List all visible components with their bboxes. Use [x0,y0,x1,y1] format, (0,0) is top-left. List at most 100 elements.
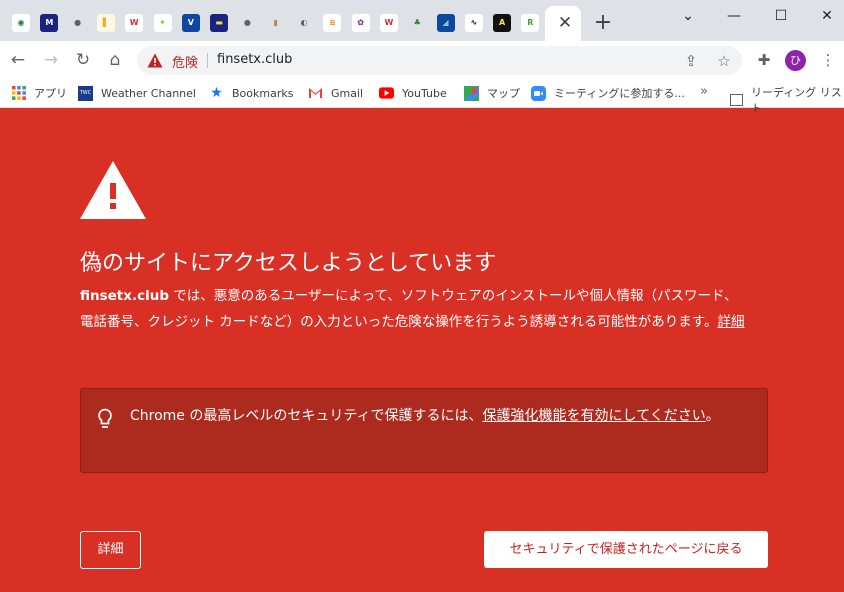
zoom-icon [531,85,546,101]
enable-enhanced-protection-link[interactable]: 保護強化機能を有効にしてください [483,408,706,424]
enhanced-prefix: Chrome の最高レベルのセキュリティで保護するには、 [130,408,483,424]
bookmark-apps[interactable]: アプリ [11,84,67,102]
reload-button[interactable]: ↻ [73,50,93,70]
security-status-label[interactable]: 危険 [172,52,198,71]
tab-favicon-9[interactable]: ● [238,14,257,32]
maps-icon [464,85,479,101]
tab-favicon-glyph: ∿ [470,18,478,27]
tab-favicon-13[interactable]: ✿ [351,14,370,32]
bookmark-label: ミーティングに参加する... [554,87,685,100]
tab-favicon-glyph: ♣ [413,18,421,27]
tab-search-icon[interactable]: ⌄ [676,6,700,26]
tab-favicon-16[interactable]: ◢ [436,14,455,32]
tab-favicon-17[interactable]: ∿ [464,14,483,32]
tab-favicon-10[interactable]: ▮ [266,14,285,32]
tab-favicon-glyph: R [527,18,534,27]
tab-favicon-8[interactable]: ▬ [210,14,229,32]
profile-avatar[interactable]: ひ [785,50,806,71]
tab-favicon-11[interactable]: ◐ [295,14,313,32]
tab-favicon-glyph: ✦ [159,18,166,27]
extensions-puzzle-icon[interactable]: ✚ [754,50,774,70]
bookmark-label: マップ [487,87,520,100]
tab-favicon-2[interactable]: M [40,14,59,32]
new-tab-button[interactable]: + [592,12,614,34]
bookmark-weather-channel[interactable]: TWC Weather Channel [78,84,196,102]
back-button[interactable]: ← [8,50,28,70]
reading-list-icon [730,94,743,106]
tab-favicon-6[interactable]: ✦ [153,14,172,32]
bookmark-gmail[interactable]: Gmail [308,84,363,102]
learn-more-link[interactable]: 詳細 [717,314,744,330]
site-name: finsetx.club [80,288,170,304]
bookmark-zoom-meeting[interactable]: ミーティングに参加する... [531,84,685,102]
safe-browsing-interstitial: 偽のサイトにアクセスしようとしています finsetx.club では、悪意のあ… [0,109,844,592]
tab-favicon-glyph: ● [74,18,82,27]
tab-favicon-5[interactable]: W [125,14,144,32]
tab-favicon-glyph: W [384,18,394,27]
bookmark-bookmarks[interactable]: ★ Bookmarks [209,84,293,102]
explanation-text: finsetx.club では、悪意のあるユーザーによって、ソフトウェアのインス… [80,283,770,335]
tab-favicon-glyph: ◉ [17,18,25,27]
maximize-button[interactable]: ☐ [769,6,793,26]
tab-favicon-glyph: ≋ [328,18,336,27]
tab-favicon-7[interactable]: V [181,14,200,32]
bookmark-star-icon[interactable]: ☆ [715,52,733,70]
youtube-icon [379,86,394,101]
tab-favicon-glyph: ▬ [215,18,223,27]
explanation-line-1: では、悪意のあるユーザーによって、ソフトウェアのインストールや個人情報（パスワー… [169,288,738,304]
bookmark-label: Weather Channel [101,86,196,100]
forward-button[interactable]: → [41,50,61,70]
details-button[interactable]: 詳細 [80,531,141,569]
enhanced-suffix: 。 [705,408,720,424]
url-text[interactable]: finsetx.club [217,52,292,67]
tab-favicon-glyph: ◢ [442,18,449,27]
bookmark-label: アプリ [34,87,67,100]
share-icon[interactable]: ⇪ [682,52,700,70]
apps-grid-icon [11,86,26,101]
bookmarks-bar: アプリ TWC Weather Channel ★ Bookmarks Gmai… [0,79,844,115]
tab-favicon-19[interactable]: R [521,14,540,32]
close-window-button[interactable]: ✕ [815,6,839,26]
browser-toolbar: ← → ↻ ⌂ 危険 finsetx.club ⇪ ☆ ✚ ひ ⋮ [0,41,844,79]
minimize-button[interactable]: — [722,6,746,26]
tab-favicon-glyph: A [498,18,506,27]
tab-favicon-14[interactable]: W [379,14,398,32]
tab-favicon-glyph: W [129,18,139,27]
bookmark-label: Bookmarks [232,86,294,100]
bookmark-label: YouTube [402,86,447,100]
tab-favicon-12[interactable]: ≋ [323,14,342,32]
gmail-icon [308,86,323,101]
tab-favicon-glyph: M [45,18,54,27]
bookmarks-overflow-icon[interactable]: » [700,84,708,99]
weather-channel-icon: TWC [78,85,93,101]
tab-favicon-4[interactable]: ▌ [96,14,115,32]
tab-favicon-18[interactable]: A [493,14,512,32]
warning-icon[interactable] [147,53,163,68]
tab-favicon-glyph: V [187,18,194,27]
lightbulb-icon [98,408,112,428]
tab-favicon-glyph: ● [243,18,251,27]
tab-favicon-15[interactable]: ♣ [408,14,427,32]
bookmark-youtube[interactable]: YouTube [379,84,447,102]
tab-favicon-glyph: ▌ [102,18,109,27]
home-button[interactable]: ⌂ [105,50,125,70]
tab-favicon-3[interactable]: ● [68,14,87,32]
star-icon: ★ [210,85,223,101]
tab-favicon-glyph: ✿ [357,18,364,27]
tab-favicon-glyph: ▮ [273,18,278,27]
enhanced-protection-banner: Chrome の最高レベルのセキュリティで保護するには、保護強化機能を有効にして… [80,388,768,473]
bookmark-label: Gmail [331,86,364,100]
back-to-safety-button[interactable]: セキュリティで保護されたページに戻る [484,531,768,568]
danger-warning-icon [80,161,146,219]
enhanced-protection-text: Chrome の最高レベルのセキュリティで保護するには、保護強化機能を有効にして… [130,404,750,429]
bookmark-maps[interactable]: マップ [464,84,520,102]
page-title: 偽のサイトにアクセスしようとしています [80,251,497,276]
omnibox-divider [207,53,208,68]
tab-favicon-glyph: ◐ [300,18,308,27]
tab-strip: ◉ M ● ▌ W ✦ V ▬ ● ▮ ◐ ≋ ✿ W ♣ ◢ ∿ A R ✕ + ⌄ — ☐ ✕ [0,0,844,41]
close-tab-icon[interactable]: ✕ [556,14,574,32]
chrome-menu-icon[interactable]: ⋮ [818,50,838,70]
explanation-line-2: 電話番号、クレジット カードなど）の入力といった危険な操作を行うよう誘導される可… [80,314,718,330]
address-bar[interactable]: 危険 finsetx.club ⇪ ☆ [137,46,742,75]
tab-favicon-1[interactable]: ◉ [12,14,30,32]
